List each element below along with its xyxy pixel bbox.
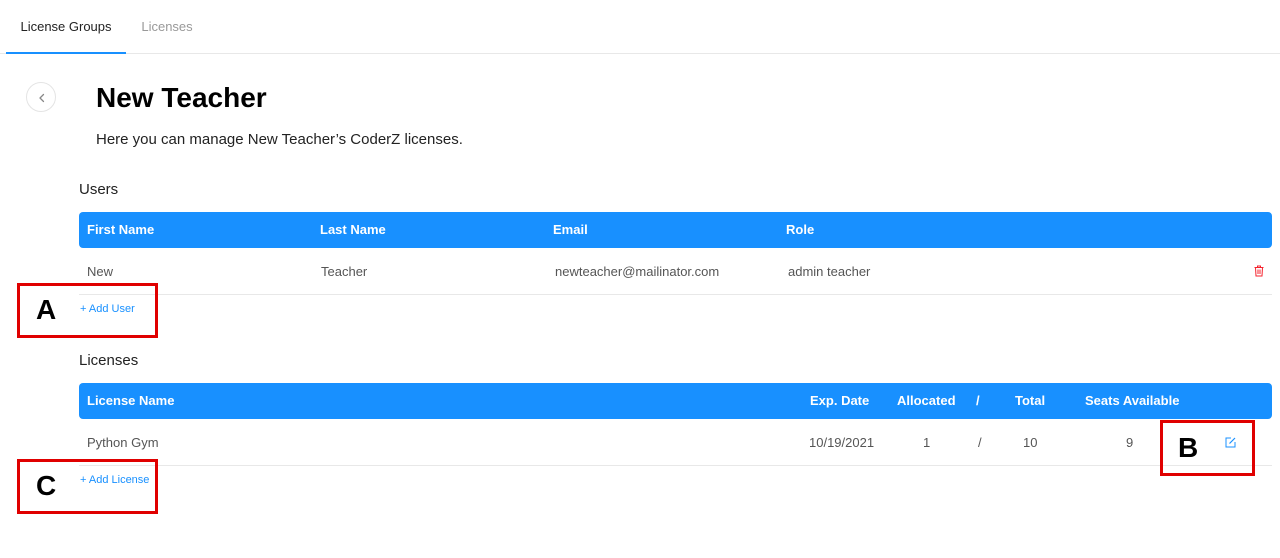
licenses-table-header: License Name Exp. Date Allocated / Total… <box>79 383 1272 419</box>
users-table-header: First Name Last Name Email Role <box>79 212 1272 248</box>
tab-license-groups[interactable]: License Groups <box>6 0 126 54</box>
chevron-left-icon <box>39 93 45 103</box>
callout-label-b: B <box>1178 432 1199 463</box>
license-separator: / <box>978 435 982 450</box>
trash-icon <box>1254 265 1264 277</box>
page-description: Here you can manage New Teacher’s CoderZ… <box>96 131 463 148</box>
delete-user-button[interactable] <box>1254 265 1264 280</box>
column-header-first-name: First Name <box>87 222 155 237</box>
column-header-separator: / <box>976 393 980 408</box>
user-email: newteacher@mailinator.com <box>555 264 720 279</box>
user-role: admin teacher <box>788 264 871 279</box>
tab-licenses[interactable]: Licenses <box>126 0 208 52</box>
callout-label-c: C <box>36 470 57 501</box>
users-section-label: Users <box>79 181 119 198</box>
user-last-name: Teacher <box>321 264 368 279</box>
column-header-last-name: Last Name <box>320 222 386 237</box>
callout-box-b <box>1160 420 1255 476</box>
license-seats-available: 9 <box>1126 435 1134 450</box>
table-row: New Teacher newteacher@mailinator.com ad… <box>79 249 1272 295</box>
column-header-license-name: License Name <box>87 393 175 408</box>
column-header-seats-available: Seats Available <box>1085 393 1180 408</box>
table-row: Python Gym 10/19/2021 1 / 10 9 <box>79 420 1272 466</box>
callout-label-a: A <box>36 294 57 325</box>
column-header-email: Email <box>553 222 588 237</box>
license-allocated: 1 <box>923 435 931 450</box>
license-exp-date: 10/19/2021 <box>809 435 875 450</box>
page-title: New Teacher <box>96 82 267 113</box>
column-header-allocated: Allocated <box>897 393 956 408</box>
tab-bar: License Groups Licenses <box>0 0 1280 54</box>
column-header-total: Total <box>1015 393 1046 408</box>
license-total: 10 <box>1023 435 1038 450</box>
back-button[interactable] <box>26 82 56 112</box>
licenses-section-label: Licenses <box>79 352 139 369</box>
column-header-role: Role <box>786 222 815 237</box>
column-header-exp-date: Exp. Date <box>810 393 870 408</box>
